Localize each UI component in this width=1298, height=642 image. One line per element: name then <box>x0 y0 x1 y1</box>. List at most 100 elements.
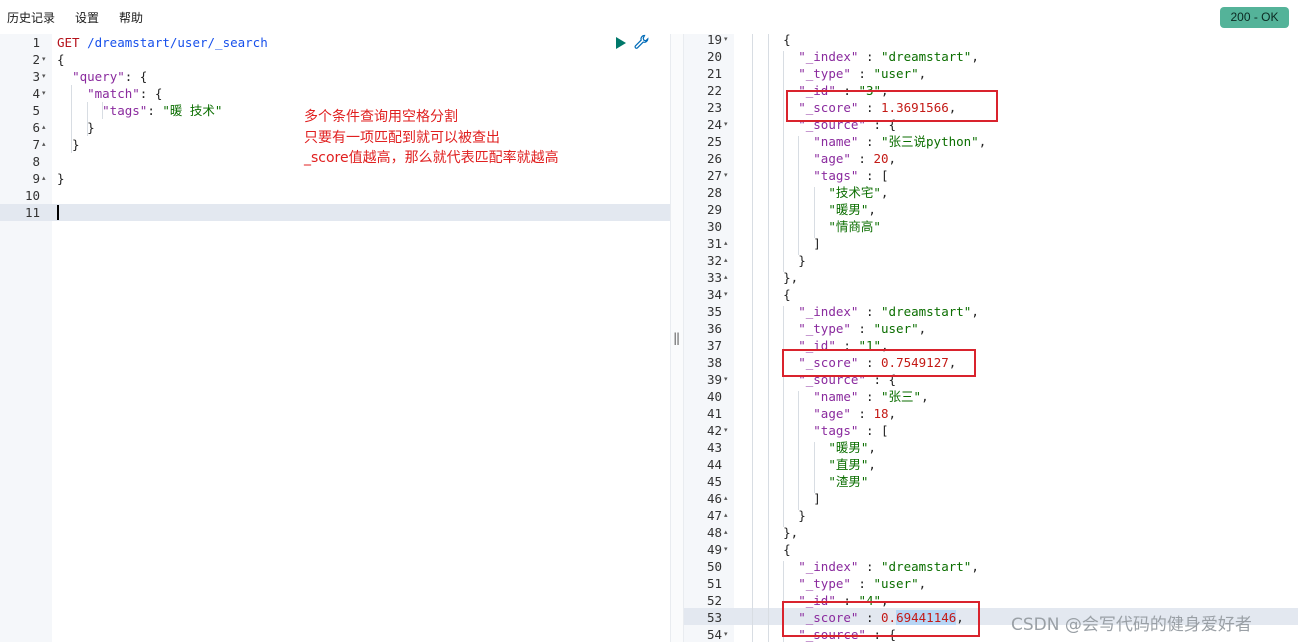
code-line: "情商高" <box>738 218 881 235</box>
code-token: { <box>738 287 791 302</box>
line-number: 7 <box>32 137 40 152</box>
line-number: 32 <box>706 253 722 268</box>
code-token: "_type" <box>798 66 851 81</box>
menu-history[interactable]: 历史记录 <box>7 9 55 26</box>
fold-arrow-down-icon[interactable]: ▾ <box>724 626 728 642</box>
code-token: , <box>918 576 927 591</box>
code-token: "name" <box>813 134 859 149</box>
code-line: GET /dreamstart/user/_search <box>57 34 268 51</box>
pane-resizer[interactable]: ‖ <box>670 34 684 642</box>
fold-arrow-up-icon[interactable]: ▴ <box>724 269 728 286</box>
wrench-icon[interactable] <box>634 34 650 54</box>
code-token: 20 <box>873 151 889 166</box>
line-number: 22 <box>706 83 722 98</box>
line-number: 34 <box>706 287 722 302</box>
line-number: 1 <box>32 35 40 50</box>
code-token: "情商高" <box>828 219 881 234</box>
code-token: : { <box>124 69 148 84</box>
menu-help[interactable]: 帮助 <box>119 9 143 26</box>
code-line: "_type" : "user", <box>738 320 926 337</box>
line-number: 19 <box>706 34 722 47</box>
annotation-line-1: 多个条件查询用空格分割 <box>304 109 458 125</box>
line-number: 6 <box>32 120 40 135</box>
play-icon[interactable] <box>615 35 627 54</box>
fold-arrow-up-icon[interactable]: ▴ <box>724 235 728 252</box>
code-token: "tags" <box>813 168 859 183</box>
code-token: : <box>858 134 881 149</box>
code-token: "tags" <box>813 423 859 438</box>
fold-arrow-down-icon[interactable]: ▾ <box>724 371 728 388</box>
fold-arrow-down-icon[interactable]: ▾ <box>724 422 728 439</box>
fold-arrow-up-icon[interactable]: ▴ <box>42 136 46 153</box>
code-token: } <box>57 171 65 186</box>
code-line: "暖男", <box>738 439 876 456</box>
indent-guide <box>87 102 88 136</box>
code-token: , <box>868 457 876 472</box>
line-number: 36 <box>706 321 722 336</box>
code-line: "query": { <box>57 68 147 85</box>
menu-settings[interactable]: 设置 <box>75 9 99 26</box>
line-number: 44 <box>706 457 722 472</box>
fold-arrow-down-icon[interactable]: ▾ <box>42 85 46 102</box>
code-line: "直男", <box>738 456 876 473</box>
fold-arrow-down-icon[interactable]: ▾ <box>42 51 46 68</box>
code-line: { <box>738 34 791 48</box>
line-number: 42 <box>706 423 722 438</box>
fold-arrow-down-icon[interactable]: ▾ <box>724 286 728 303</box>
fold-arrow-up-icon[interactable]: ▴ <box>42 170 46 187</box>
code-token: GET <box>57 35 80 50</box>
code-token: { <box>738 34 791 47</box>
resizer-handle-icon[interactable]: ‖ <box>673 331 680 345</box>
fold-arrow-down-icon[interactable]: ▾ <box>724 34 728 48</box>
fold-arrow-up-icon[interactable]: ▴ <box>724 252 728 269</box>
fold-arrow-up-icon[interactable]: ▴ <box>724 490 728 507</box>
code-line: { <box>738 541 791 558</box>
code-line: "_type" : "user", <box>738 65 926 82</box>
line-number: 33 <box>706 270 722 285</box>
code-token: : <box>147 103 163 118</box>
code-token: : <box>858 49 882 64</box>
code-token: "渣男" <box>828 474 869 489</box>
menu-bar: 历史记录 设置 帮助 200 - OK <box>0 0 1298 35</box>
code-token: "张三说python" <box>881 134 979 149</box>
request-editor[interactable]: 1 GET /dreamstart/user/_search 2 ▾{3 ▾ "quer… <box>0 34 670 642</box>
code-line: } <box>57 170 65 187</box>
code-token: "user" <box>873 321 919 336</box>
line-number: 29 <box>706 202 722 217</box>
active-line <box>0 204 670 221</box>
code-line: "_type" : "user", <box>738 575 926 592</box>
fold-arrow-down-icon[interactable]: ▾ <box>724 167 728 184</box>
code-line: "tags" : [ <box>738 167 888 184</box>
code-token: "user" <box>873 576 919 591</box>
line-number: 21 <box>706 66 722 81</box>
code-token: "match" <box>87 86 140 101</box>
fold-arrow-down-icon[interactable]: ▾ <box>724 541 728 558</box>
fold-arrow-down-icon[interactable]: ▾ <box>724 116 728 133</box>
status-badge: 200 - OK <box>1220 7 1289 28</box>
response-viewer[interactable]: 19 ▾ {20 "_index" : "dreamstart", 21 "_typ… <box>684 34 1298 642</box>
code-token: : <box>850 66 874 81</box>
code-token: , <box>971 304 979 319</box>
code-token: "_type" <box>798 576 851 591</box>
line-number: 49 <box>706 542 722 557</box>
code-line: "age" : 18, <box>738 405 896 422</box>
code-token: 18 <box>873 406 889 421</box>
fold-arrow-up-icon[interactable]: ▴ <box>42 119 46 136</box>
code-line: "tags": "暖 技术" <box>57 102 222 119</box>
code-token: , <box>888 151 897 166</box>
code-line: }, <box>738 269 798 286</box>
line-number: 39 <box>706 372 722 387</box>
line-number: 43 <box>706 440 722 455</box>
line-number: 26 <box>706 151 722 166</box>
code-token: "_type" <box>798 321 851 336</box>
fold-arrow-down-icon[interactable]: ▾ <box>42 68 46 85</box>
line-number: 38 <box>706 355 722 370</box>
fold-arrow-up-icon[interactable]: ▴ <box>724 524 728 541</box>
fold-arrow-up-icon[interactable]: ▴ <box>724 507 728 524</box>
code-token: , <box>888 406 897 421</box>
